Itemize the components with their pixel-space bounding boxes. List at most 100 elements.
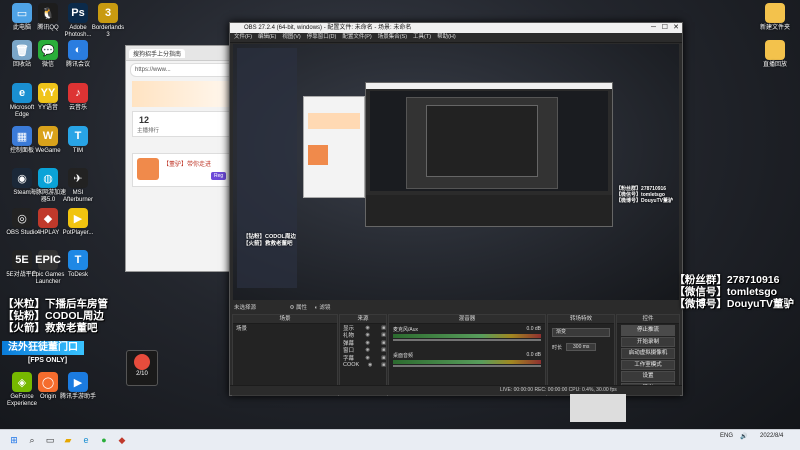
- photoshop-icon: Ps: [68, 3, 88, 23]
- mic-meter: [393, 334, 541, 338]
- menu-item[interactable]: 文件(F): [234, 33, 252, 42]
- mic-volume-slider[interactable]: [393, 339, 541, 341]
- control-button[interactable]: 工作室模式: [621, 359, 675, 370]
- obs-window[interactable]: OBS 27.2.4 (64-bit, windows) - 配置文件: 未命名…: [229, 22, 683, 396]
- desktop-shortcut[interactable]: 3 Borderlands 3: [88, 3, 128, 39]
- desktop-shortcut-label: ToDesk: [67, 272, 88, 278]
- filters-button[interactable]: ◐ 滤镜: [315, 305, 331, 311]
- origin-icon: ◯: [38, 372, 58, 392]
- desktop-shortcut[interactable]: ✈ MSI Afterburner: [58, 168, 98, 204]
- card-button[interactable]: Reg: [211, 172, 227, 180]
- minimize-icon[interactable]: ─: [651, 23, 656, 33]
- control-button[interactable]: 设置: [621, 371, 675, 382]
- lock-icon[interactable]: ▣: [381, 355, 386, 361]
- controls-title: 控件: [617, 315, 679, 324]
- desktop-shortcut-label: 腾讯会议: [65, 62, 90, 68]
- desktop-shortcut-label: MSI Afterburner: [62, 190, 93, 203]
- menu-item[interactable]: 帮助(H): [437, 33, 456, 42]
- borderlands-icon: 3: [98, 3, 118, 23]
- visibility-icon[interactable]: ◉: [365, 340, 369, 346]
- transition-select[interactable]: 渐变: [552, 328, 610, 337]
- clock[interactable]: 2022/8/4: [760, 433, 783, 439]
- desktop-shortcut-label: 新建文件夹: [759, 25, 790, 31]
- wechat-icon: 💬: [38, 40, 58, 60]
- wechat-taskbar-icon[interactable]: ●: [98, 434, 110, 446]
- maximize-icon[interactable]: ☐: [662, 23, 668, 33]
- visibility-icon[interactable]: ◉: [365, 355, 369, 361]
- potplayer-icon: ▶: [68, 208, 88, 228]
- app-taskbar-icon[interactable]: ◆: [116, 434, 128, 446]
- tencent-video-icon: ▶: [68, 372, 88, 392]
- start-icon[interactable]: ⊞: [8, 434, 20, 446]
- visibility-icon[interactable]: ◉: [365, 325, 369, 331]
- gift-avatar: [134, 354, 150, 370]
- folder-icon: [765, 40, 785, 60]
- source-item[interactable]: COOK ◉ ▣: [340, 362, 386, 370]
- transitions-dock: 转场特效 渐变 时长 300 ms: [547, 314, 615, 396]
- left-overlay: 【米粒】下播后车房管 【钻粉】CODOL周边 【火箭】救救老董吧: [3, 298, 108, 334]
- overlay-line-2: 【钻粉】CODOL周边: [3, 310, 104, 322]
- fps-label: [FPS ONLY]: [28, 357, 68, 364]
- desktop-shortcut[interactable]: ◐ 腾讯会议: [58, 40, 98, 69]
- menu-item[interactable]: 配置文件(P): [342, 33, 371, 42]
- mixer-channel-mic: 麦克风/Aux 0.0 dB: [393, 326, 541, 333]
- duration-input[interactable]: 300 ms: [566, 343, 597, 351]
- desktop-shortcut[interactable]: T ToDesk: [58, 250, 98, 279]
- lock-icon[interactable]: ▣: [381, 340, 386, 346]
- obs-preview[interactable]: 【粉丝群】278710916 【微信号】tomletsgo 【微博号】Douyu…: [233, 44, 679, 300]
- wegame-icon: W: [38, 126, 58, 146]
- file-explorer-icon[interactable]: ▰: [62, 434, 74, 446]
- desktop-shortcut-label: 云音乐: [68, 105, 87, 111]
- desktop-shortcut[interactable]: ▶ PotPlayer...: [58, 208, 98, 237]
- edge-taskbar-icon[interactable]: e: [80, 434, 92, 446]
- browser-tab[interactable]: 搜狗招手上分指南: [129, 48, 186, 58]
- visibility-icon[interactable]: ◉: [365, 347, 369, 353]
- scene-item[interactable]: 场景: [233, 324, 337, 332]
- control-button[interactable]: 开始录制: [621, 336, 675, 347]
- close-icon[interactable]: ✕: [673, 23, 679, 33]
- visibility-icon[interactable]: ◉: [365, 332, 369, 338]
- visibility-icon[interactable]: ◉: [368, 362, 372, 368]
- properties-button[interactable]: ⚙ 属性: [290, 305, 307, 311]
- desktop-shortcut[interactable]: ▶ 腾讯手游助手: [58, 372, 98, 401]
- search-icon[interactable]: ⌕: [26, 434, 38, 446]
- menu-item[interactable]: 停靠窗口(D): [307, 33, 337, 42]
- desktop-shortcut-label: PotPlayer...: [62, 230, 94, 236]
- menu-item[interactable]: 视图(V): [282, 33, 300, 42]
- transition-duration: 时长 300 ms: [548, 341, 614, 353]
- language-indicator[interactable]: ENG: [720, 433, 733, 439]
- menu-item[interactable]: 编辑(E): [258, 33, 276, 42]
- menu-item[interactable]: 场景集合(S): [378, 33, 407, 42]
- sources-title: 来源: [340, 315, 386, 324]
- menu-item[interactable]: 工具(T): [413, 33, 431, 42]
- sources-dock: 来源 显示 ◉ ▣ 礼物 ◉ ▣ 弹幕 ◉ ▣ 窗口 ◉ ▣ 字幕 ◉ ▣ COOK ◉ ▣: [339, 314, 387, 396]
- overlay-line-1: 【米粒】下播后车房管: [3, 298, 108, 310]
- promo-banner: 法外狂徒董门口: [2, 341, 84, 355]
- lock-icon[interactable]: ▣: [381, 332, 386, 338]
- source-item[interactable]: 字幕 ◉ ▣: [340, 354, 386, 362]
- desktop-shortcut-label: 腾讯手游助手: [59, 394, 96, 400]
- desktop-shortcut[interactable]: T TIM: [58, 126, 98, 155]
- task-view-icon[interactable]: ▭: [44, 434, 56, 446]
- desktop-shortcut-label: 直播回放: [762, 62, 787, 68]
- control-button[interactable]: 停止推流: [621, 325, 675, 336]
- scenes-title: 场景: [233, 315, 337, 324]
- desktop-shortcut[interactable]: 直播回放: [755, 40, 795, 69]
- desktop-shortcut[interactable]: 新建文件夹: [755, 3, 795, 32]
- lock-icon[interactable]: ▣: [381, 347, 386, 353]
- control-button[interactable]: 启动虚拟摄像机: [621, 348, 675, 359]
- volume-icon[interactable]: 🔊: [740, 433, 747, 440]
- source-toolbar: 未选择源 ⚙ 属性 ◐ 滤镜: [230, 303, 682, 313]
- weibo-line: 【微博号】DouyuTV董驴: [674, 298, 794, 310]
- 4hplay-icon: ◆: [38, 208, 58, 228]
- scenes-dock: 场景 场景 ＋ － ⌃ ⌄: [232, 314, 338, 396]
- desktop-shortcut[interactable]: ♪ 云音乐: [58, 83, 98, 112]
- source-label: COOK: [343, 362, 360, 369]
- cloud-music-icon: ♪: [68, 83, 88, 103]
- yy-icon: YY: [38, 83, 58, 103]
- lock-icon[interactable]: ▣: [381, 325, 386, 331]
- desktop-volume-slider[interactable]: [393, 365, 541, 367]
- obs-titlebar: OBS 27.2.4 (64-bit, windows) - 配置文件: 未命名…: [230, 23, 682, 33]
- lock-icon[interactable]: ▣: [381, 362, 386, 368]
- desktop-shortcut-label: TIM: [72, 148, 84, 154]
